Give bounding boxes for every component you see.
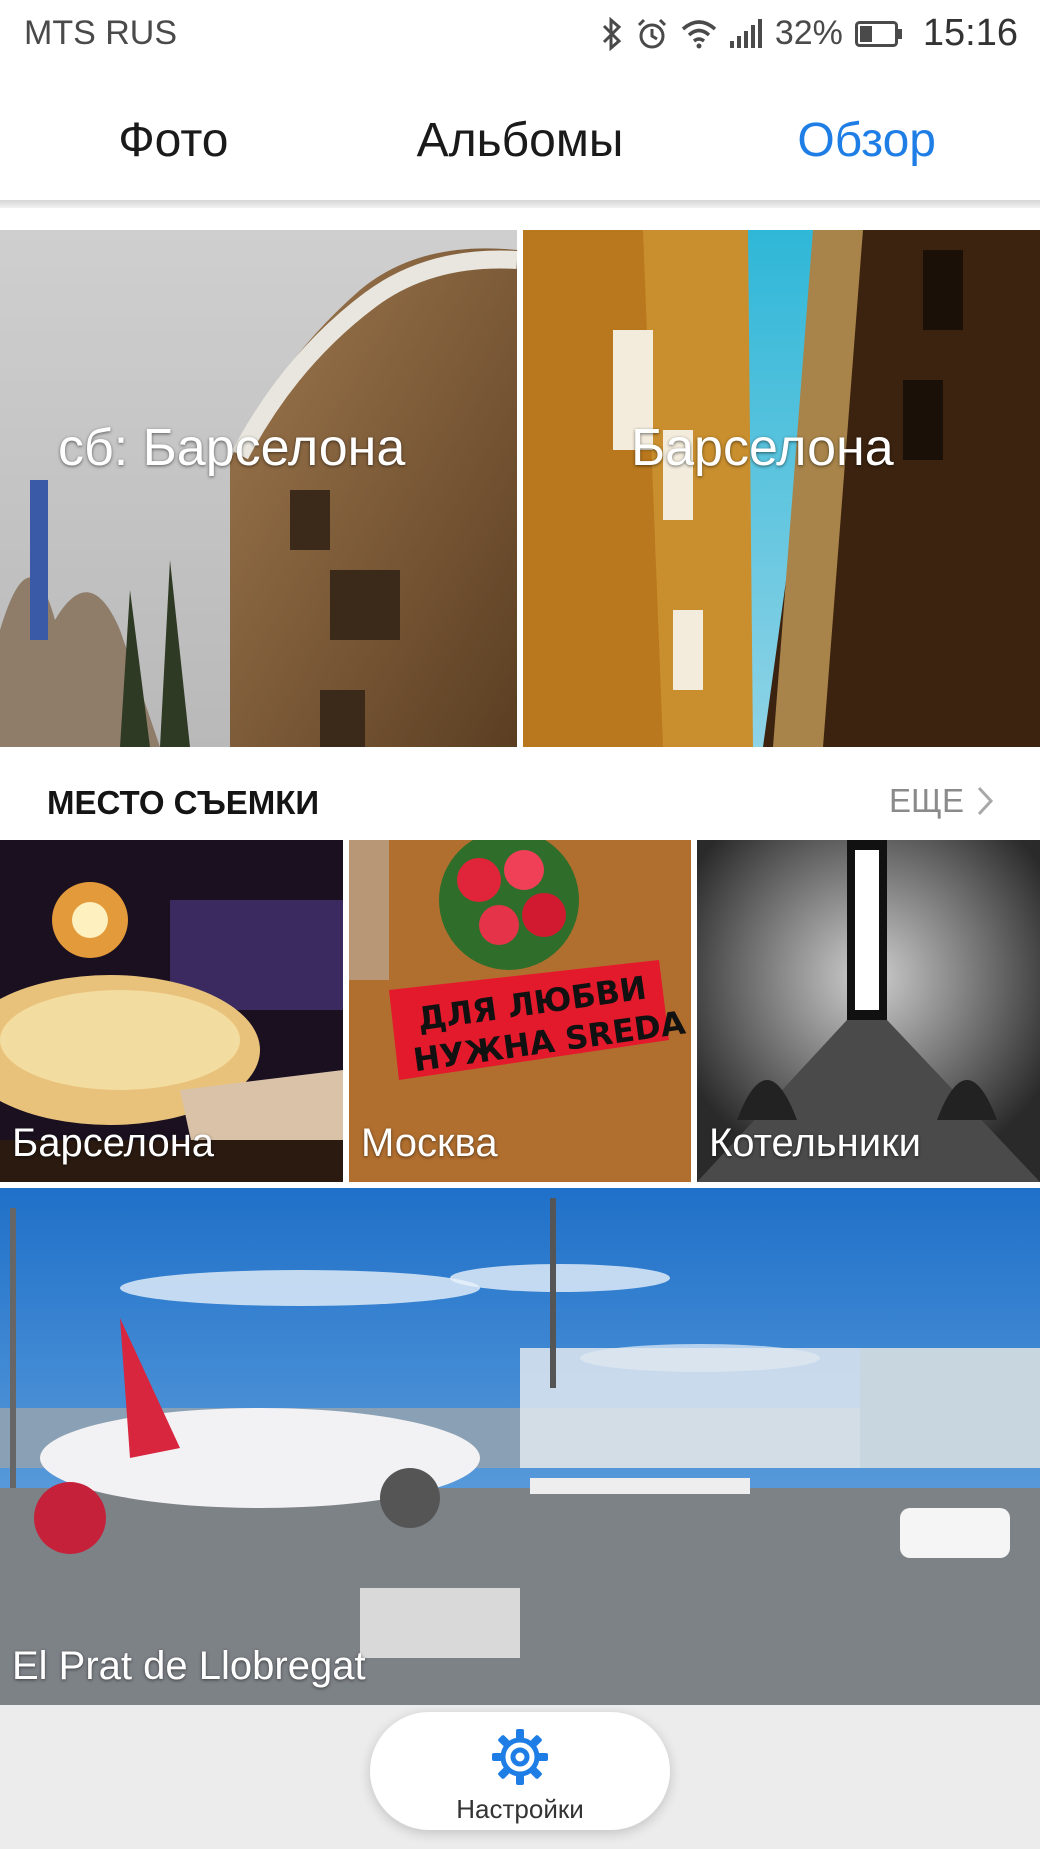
tab-albums[interactable]: Альбомы <box>347 74 694 206</box>
battery-icon <box>854 20 903 47</box>
places-more-button[interactable]: ЕЩЕ <box>889 782 994 820</box>
place-tile-barcelona[interactable]: Барселона <box>0 840 343 1182</box>
places-section-title: МЕСТО СЪЕМКИ <box>47 784 320 821</box>
chevron-right-icon <box>977 786 994 816</box>
places-more-label: ЕЩЕ <box>889 782 964 819</box>
signal-icon <box>729 18 763 49</box>
places-section-header: МЕСТО СЪЕМКИ ЕЩЕ <box>0 760 1040 842</box>
place-tile-kotelniki-label: Котельники <box>709 1121 921 1165</box>
place-tile-moscow-label: Москва <box>361 1121 498 1165</box>
overview-scroll[interactable]: сб: Барселона Барселона МЕСТО СЪЕМКИ ЕЩЕ <box>0 208 1040 1705</box>
status-icons: 32% 15:16 <box>601 12 1018 55</box>
wifi-icon <box>681 19 717 49</box>
place-tile-barcelona-label: Барселона <box>12 1121 215 1165</box>
memory-tile-1-label: сб: Барселона <box>58 419 406 477</box>
carrier-name: MTS RUS <box>24 14 177 52</box>
gear-icon <box>489 1726 551 1793</box>
tile-image-barcelona-street <box>523 230 1040 747</box>
tab-divider <box>0 200 1040 208</box>
place-tile-el-prat[interactable]: El Prat de Llobregat <box>0 1188 1040 1705</box>
settings-label: Настройки <box>456 1794 584 1824</box>
tile-image-airport <box>0 1188 1040 1705</box>
tab-bar: Фото Альбомы Обзор <box>0 74 1040 206</box>
memory-tile-2-label: Барселона <box>631 419 894 477</box>
clock: 15:16 <box>922 12 1018 54</box>
tab-overview[interactable]: Обзор <box>693 74 1040 206</box>
memory-tile-1[interactable]: сб: Барселона <box>0 230 517 747</box>
place-tile-moscow[interactable]: ДЛЯ ЛЮБВИ НУЖНА SREDA Москва <box>349 840 691 1182</box>
memory-tile-2[interactable]: Барселона <box>523 230 1040 747</box>
previous-section-header-clipped <box>0 208 1040 230</box>
tile-image-park-guell <box>0 230 517 747</box>
tab-photos[interactable]: Фото <box>0 74 347 206</box>
status-bar: MTS RUS 32% 15:16 <box>0 0 1040 74</box>
place-tile-kotelniki[interactable]: Котельники <box>697 840 1040 1182</box>
bluetooth-icon <box>601 16 623 51</box>
alarm-icon <box>635 17 669 51</box>
battery-percent: 32% <box>774 14 843 52</box>
place-tile-el-prat-label: El Prat de Llobregat <box>12 1644 366 1688</box>
settings-button[interactable]: Настройки <box>370 1712 670 1830</box>
bottom-bar: Настройки <box>0 1705 1040 1849</box>
